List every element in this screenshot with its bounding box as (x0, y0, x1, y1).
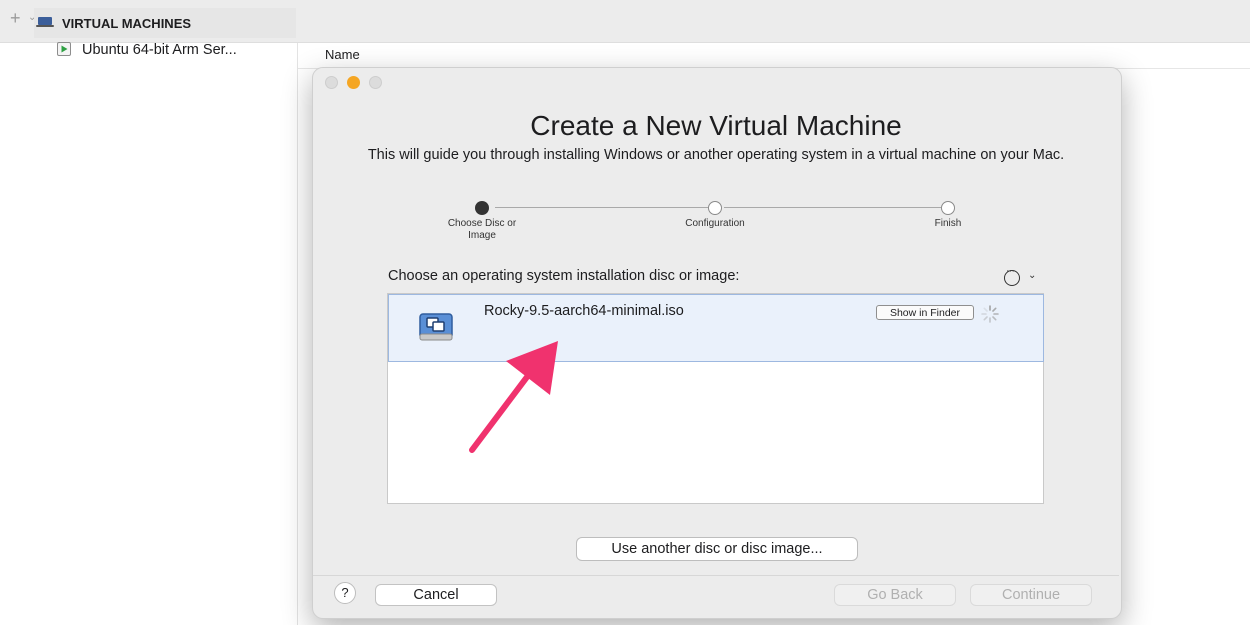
step-indicator-active (475, 201, 489, 215)
dialog-subtitle: This will guide you through installing W… (367, 147, 1065, 163)
disc-file-name: Rocky-9.5-aarch64-minimal.iso (484, 303, 684, 319)
vm-play-icon (57, 42, 71, 56)
choose-disc-label: Choose an operating system installation … (388, 268, 740, 284)
footer-divider (313, 575, 1119, 576)
step-indicator (708, 201, 722, 215)
loading-spinner-icon (981, 305, 999, 323)
stepper-line (495, 207, 708, 208)
help-button[interactable]: ? (334, 582, 356, 604)
annotation-arrow-icon (469, 341, 558, 453)
use-another-disc-button[interactable]: Use another disc or disc image... (576, 537, 858, 561)
sidebar (0, 43, 298, 625)
cancel-button[interactable]: Cancel (375, 584, 497, 606)
laptop-icon (36, 17, 54, 27)
column-header-name[interactable]: Name (325, 47, 360, 62)
add-icon[interactable]: + (10, 8, 21, 29)
disc-image-icon (419, 313, 453, 341)
step-label-finish: Finish (934, 218, 962, 229)
step-label-configuration: Configuration (685, 218, 745, 229)
minimize-window-button[interactable] (347, 76, 360, 89)
dialog-title: Create a New Virtual Machine (530, 110, 902, 141)
go-back-button[interactable]: Go Back (834, 584, 956, 606)
sidebar-header-label: VIRTUAL MACHINES (62, 16, 192, 31)
chevron-down-icon[interactable]: ⌄ (1028, 270, 1036, 281)
show-in-finder-button[interactable]: Show in Finder (876, 305, 974, 320)
more-options-icon[interactable] (1004, 265, 1020, 286)
continue-button[interactable]: Continue (970, 584, 1092, 606)
sidebar-item-ubuntu[interactable]: Ubuntu 64-bit Arm Ser... (82, 42, 237, 58)
step-label-choose-disc: Choose Disc or Image (447, 218, 517, 241)
zoom-window-button[interactable] (369, 76, 382, 89)
close-window-button[interactable] (325, 76, 338, 89)
stepper-line (724, 207, 941, 208)
step-indicator (941, 201, 955, 215)
